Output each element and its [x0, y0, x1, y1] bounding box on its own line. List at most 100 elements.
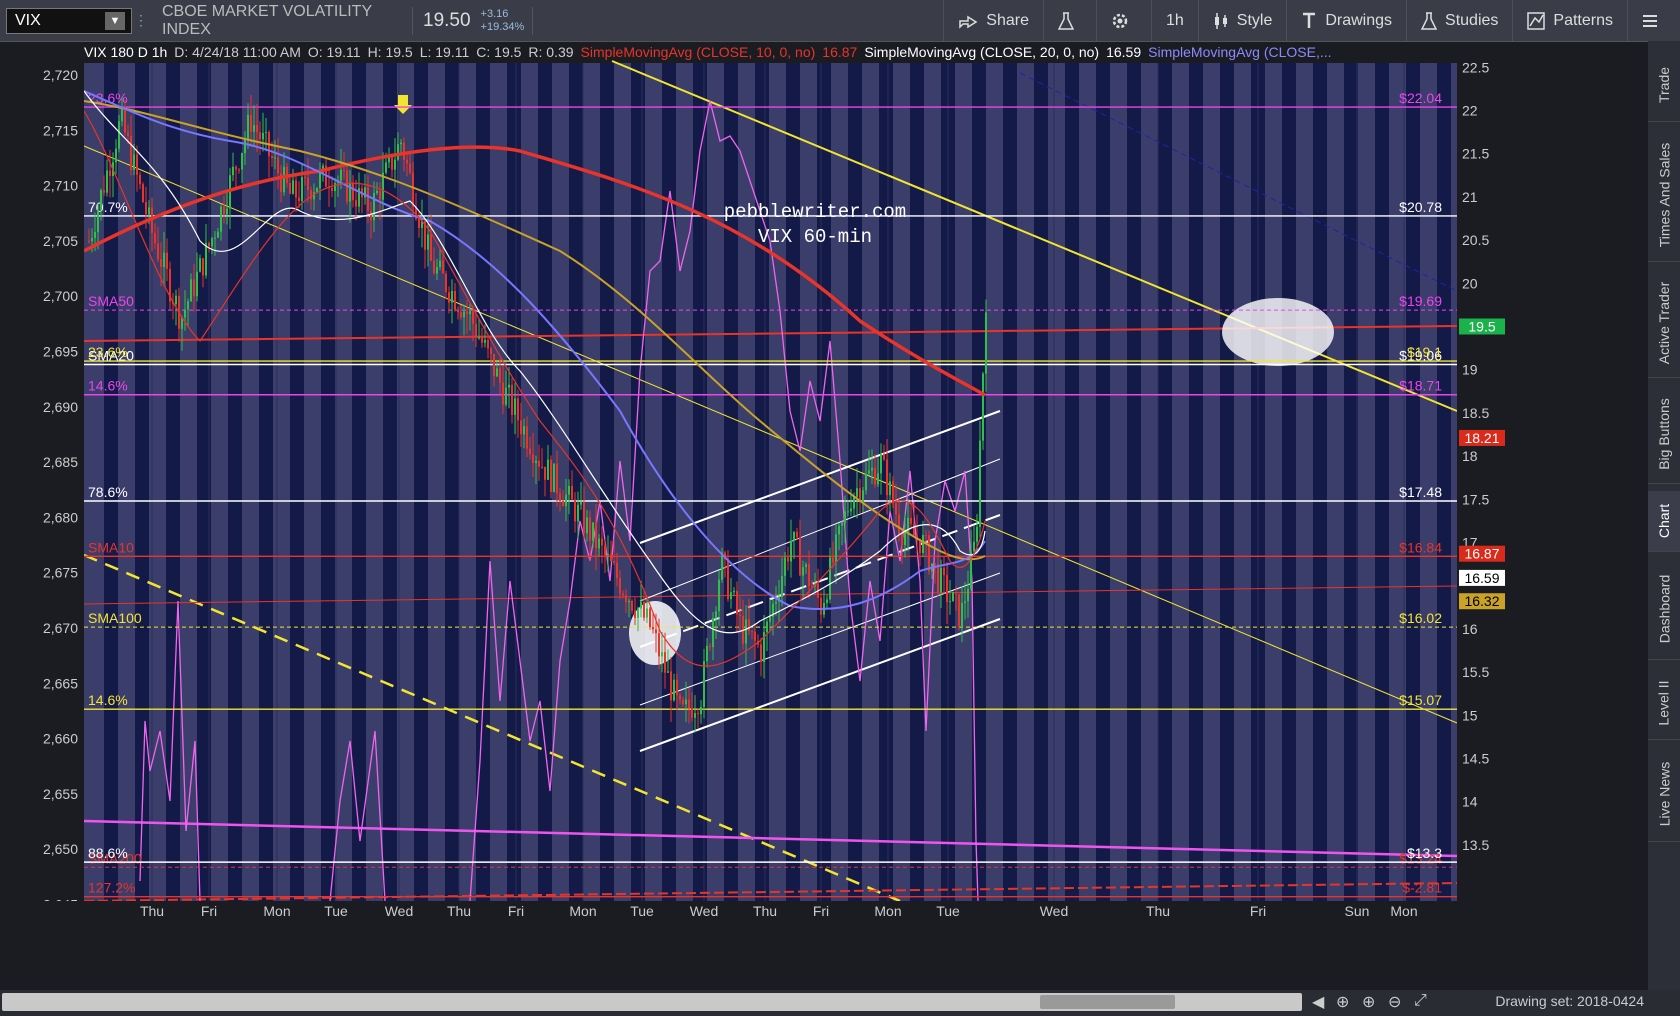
- info-range: R: 0.39: [528, 44, 574, 60]
- candle-body: [226, 208, 228, 215]
- candle-body: [175, 295, 177, 305]
- candle-body: [214, 237, 216, 239]
- candle-body: [688, 699, 690, 709]
- symbol-input[interactable]: VIX ▼: [6, 7, 132, 34]
- overnight-band: [569, 63, 583, 901]
- candle-body: [808, 564, 810, 587]
- sma10-study-label[interactable]: SimpleMovingAvg (CLOSE, 10, 0, no): [581, 44, 816, 60]
- left-axis: 2,720 2,715 2,710 2,705 2,700 2,695 2,690 2,685…: [0, 63, 84, 913]
- right-tick-label: 20.5: [1462, 232, 1489, 248]
- drawings-label: Drawings: [1325, 11, 1393, 29]
- candle-body: [517, 398, 519, 421]
- symbol-dropdown-icon[interactable]: ▼: [105, 11, 125, 30]
- candle-body: [142, 184, 144, 202]
- x-tick-label: Thu: [753, 903, 777, 919]
- candle-body: [727, 559, 729, 600]
- candle-body: [805, 564, 807, 568]
- price-chart[interactable]: 23.6% $22.0470.7% $20.78SMA50 $19.69SMA20 $1…: [0, 41, 1648, 991]
- rail-tab-label: Active Trader: [1656, 281, 1673, 365]
- candle-body: [715, 611, 717, 619]
- candle-body: [376, 190, 378, 194]
- x-tick-label: Mon: [874, 903, 901, 919]
- rail-tab-live-news[interactable]: Live News: [1648, 747, 1680, 842]
- candle-body: [700, 706, 702, 715]
- candle-body: [625, 595, 627, 603]
- candle-body: [841, 522, 843, 526]
- style-button[interactable]: Style: [1197, 0, 1287, 41]
- patterns-icon: [1527, 11, 1546, 30]
- overnight-band: [1220, 63, 1234, 901]
- candle-body: [232, 166, 234, 176]
- right-tick-label: 22.5: [1462, 59, 1489, 75]
- menu-button[interactable]: [1627, 0, 1680, 41]
- link-grip-icon[interactable]: ⋮: [132, 12, 150, 29]
- candle-body: [403, 142, 405, 160]
- share-button[interactable]: Share: [943, 0, 1043, 41]
- flask-button[interactable]: [1042, 0, 1096, 41]
- drawings-button[interactable]: Drawings: [1286, 0, 1406, 41]
- info-description: VIX 180 D 1h: [84, 44, 168, 60]
- candle-body: [235, 166, 237, 170]
- candle-body: [883, 454, 885, 460]
- price-tag-label: 16.87: [1464, 546, 1499, 562]
- candle-body: [820, 597, 822, 615]
- sma50-study-label[interactable]: SimpleMovingAvg (CLOSE,...: [1148, 44, 1331, 60]
- candle-body: [136, 154, 138, 175]
- right-axis-bg: [1457, 63, 1648, 901]
- candle-body: [622, 593, 624, 596]
- candle-body: [640, 601, 642, 609]
- rail-tab-active-trader[interactable]: Active Trader: [1648, 269, 1680, 378]
- rail-tab-big-buttons[interactable]: Big Buttons: [1648, 385, 1680, 484]
- candle-body: [439, 260, 441, 267]
- x-tick-label: Fri: [508, 903, 524, 919]
- left-tick-label: 2,685: [43, 454, 78, 470]
- candle-body: [937, 563, 939, 593]
- candle-body: [484, 339, 486, 343]
- candle-body: [166, 252, 168, 269]
- price-tag-label: 19.5: [1468, 318, 1495, 334]
- candle-body: [91, 237, 93, 242]
- studies-button[interactable]: Studies: [1406, 0, 1512, 41]
- info-close: C: 19.5: [476, 44, 522, 60]
- rail-tab-trade[interactable]: Trade: [1648, 49, 1680, 122]
- candle-body: [292, 180, 294, 194]
- rail-tab-chart[interactable]: Chart: [1648, 491, 1680, 552]
- candle-body: [190, 279, 192, 302]
- interval-button[interactable]: 1h: [1150, 0, 1198, 41]
- patterns-button[interactable]: Patterns: [1512, 0, 1627, 41]
- x-tick-label: Fri: [201, 903, 217, 919]
- candle-body: [148, 207, 150, 215]
- candle-body: [577, 504, 579, 522]
- level-right-label: $-2.81: [1402, 880, 1442, 896]
- x-tick-label: Thu: [140, 903, 164, 919]
- candle-body: [787, 557, 789, 562]
- candle-body: [139, 174, 141, 185]
- candle-body: [118, 121, 120, 149]
- scrollbar-thumb[interactable]: [1040, 995, 1175, 1009]
- level-right-label: $16.84: [1399, 539, 1442, 555]
- rail-tab-dashboard[interactable]: Dashboard: [1648, 559, 1680, 660]
- candle-body: [223, 206, 225, 215]
- sma20-study-label[interactable]: SimpleMovingAvg (CLOSE, 20, 0, no): [864, 44, 1099, 60]
- level-right-label: $17.48: [1399, 484, 1442, 500]
- scroll-left-icon[interactable]: ◀: [1312, 992, 1324, 1012]
- rail-tab-times-and-sales[interactable]: Times And Sales: [1648, 129, 1680, 262]
- candle-body: [412, 172, 414, 207]
- level-right-label: $13.3: [1407, 845, 1442, 861]
- candle-body: [976, 526, 978, 542]
- settings-button[interactable]: [1095, 0, 1151, 41]
- candle-body: [94, 232, 96, 238]
- expand-icon[interactable]: ⤢: [1414, 992, 1427, 1010]
- rail-tab-level-ii[interactable]: Level II: [1648, 667, 1680, 740]
- crosshair-icon[interactable]: ⊕: [1336, 992, 1349, 1012]
- zoom-out-icon[interactable]: ⊖: [1388, 992, 1401, 1012]
- candle-body: [874, 467, 876, 485]
- zoom-in-icon[interactable]: ⊕: [1362, 992, 1375, 1012]
- right-tick-label: 13.5: [1462, 837, 1489, 853]
- studies-label: Studies: [1445, 11, 1499, 29]
- overnight-band: [507, 63, 521, 901]
- candle-body: [463, 311, 465, 318]
- candle-body: [244, 139, 246, 154]
- x-tick-label: Tue: [630, 903, 654, 919]
- candle-body: [748, 619, 750, 631]
